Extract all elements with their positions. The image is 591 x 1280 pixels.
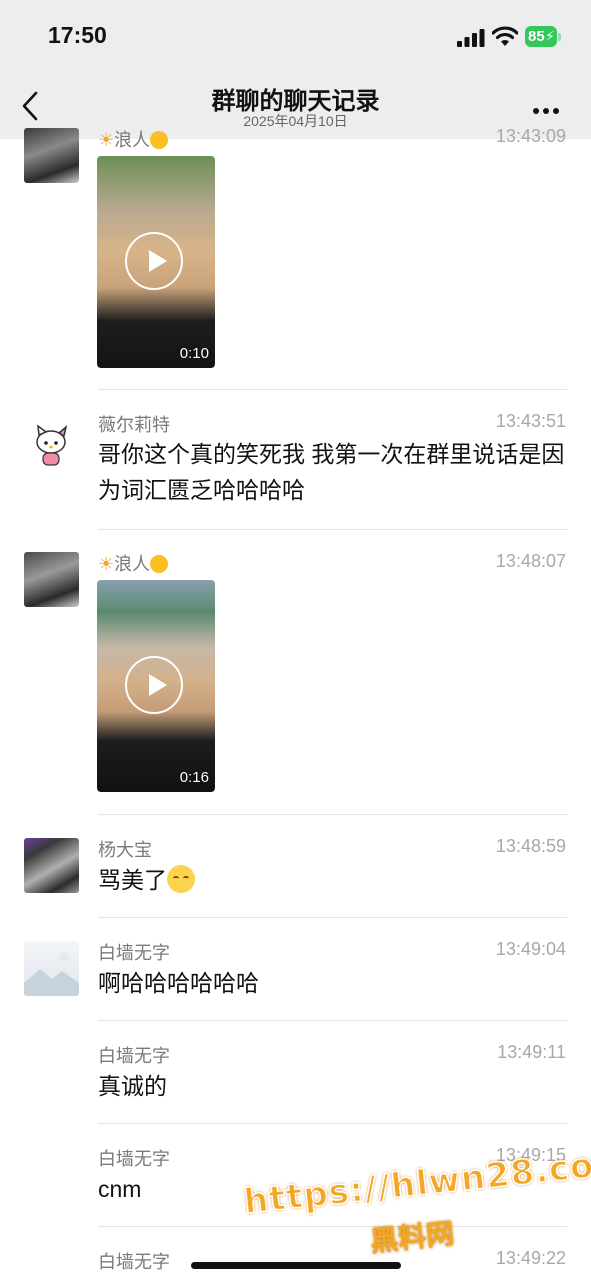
message-item: 白墙无字 13:49:22 (0, 1227, 591, 1280)
message-item: 薇尔莉特 13:43:51 哥你这个真的笑死我 我第一次在群里说话是因为词汇匮乏… (0, 390, 591, 530)
smiling-face-icon (150, 131, 169, 149)
message-item: 杨大宝 13:48:59 骂美了 (0, 815, 591, 918)
wifi-icon (492, 26, 518, 46)
message-time: 13:43:51 (495, 411, 566, 431)
sun-icon: ☀ (98, 554, 115, 574)
cellular-signal-icon (457, 29, 485, 47)
avatar[interactable] (24, 941, 79, 996)
play-icon[interactable] (125, 656, 183, 714)
sender-name: 白墙无字 (98, 1149, 170, 1169)
message-text: 哥你这个真的笑死我 我第一次在群里说话是因为词汇匮乏哈哈哈哈 (98, 441, 565, 503)
sender-name: ☀浪人 (98, 126, 169, 152)
video-duration: 0:10 (179, 345, 209, 362)
sender-name: 薇尔莉特 (98, 415, 170, 435)
message-item: 白墙无字 13:49:11 真诚的 (0, 1021, 591, 1124)
message-item: ☀浪人 13:48:07 0:16 (0, 530, 591, 815)
charging-bolt-icon: ⚡ (545, 28, 555, 44)
message-text: 真诚的 (98, 1073, 167, 1099)
home-indicator[interactable] (191, 1262, 401, 1269)
message-text: 啊哈哈哈哈哈哈 (98, 970, 259, 996)
status-time: 17:50 (48, 22, 107, 48)
landscape-icon (24, 952, 79, 996)
battery-level: 85 (528, 28, 545, 45)
more-options-icon[interactable] (533, 101, 563, 114)
relieved-face-icon (167, 865, 195, 893)
message-time: 13:49:04 (495, 939, 566, 959)
sender-name: 白墙无字 (98, 943, 170, 963)
sender-name: ☀浪人 (98, 550, 169, 576)
message-text: 骂美了 (98, 862, 568, 898)
message-time: 13:48:59 (495, 836, 566, 856)
avatar[interactable] (24, 552, 79, 607)
message-time: 13:49:22 (495, 1248, 566, 1268)
video-thumbnail[interactable]: 0:10 (97, 156, 215, 368)
smiling-face-icon (150, 555, 169, 573)
status-bar: 17:50 85 ⚡ (0, 0, 591, 75)
video-duration: 0:16 (179, 769, 209, 786)
avatar[interactable] (24, 128, 79, 183)
battery-icon: 85 ⚡ (525, 26, 561, 48)
sun-icon: ☀ (98, 130, 115, 150)
sender-name: 杨大宝 (98, 840, 152, 860)
message-item: 白墙无字 13:49:04 啊哈哈哈哈哈哈 (0, 918, 591, 1021)
video-thumbnail[interactable]: 0:16 (97, 580, 215, 792)
avatar[interactable] (24, 420, 79, 475)
play-icon[interactable] (125, 232, 183, 290)
message-time: 13:49:11 (497, 1042, 566, 1062)
hello-kitty-icon (36, 424, 68, 466)
message-time: 13:48:07 (495, 551, 566, 571)
sender-name: 白墙无字 (98, 1046, 170, 1066)
message-item: ☀浪人 13:43:09 0:10 (0, 118, 591, 390)
message-time: 13:43:09 (495, 126, 566, 146)
sender-name: 白墙无字 (98, 1252, 170, 1272)
avatar[interactable] (24, 838, 79, 893)
